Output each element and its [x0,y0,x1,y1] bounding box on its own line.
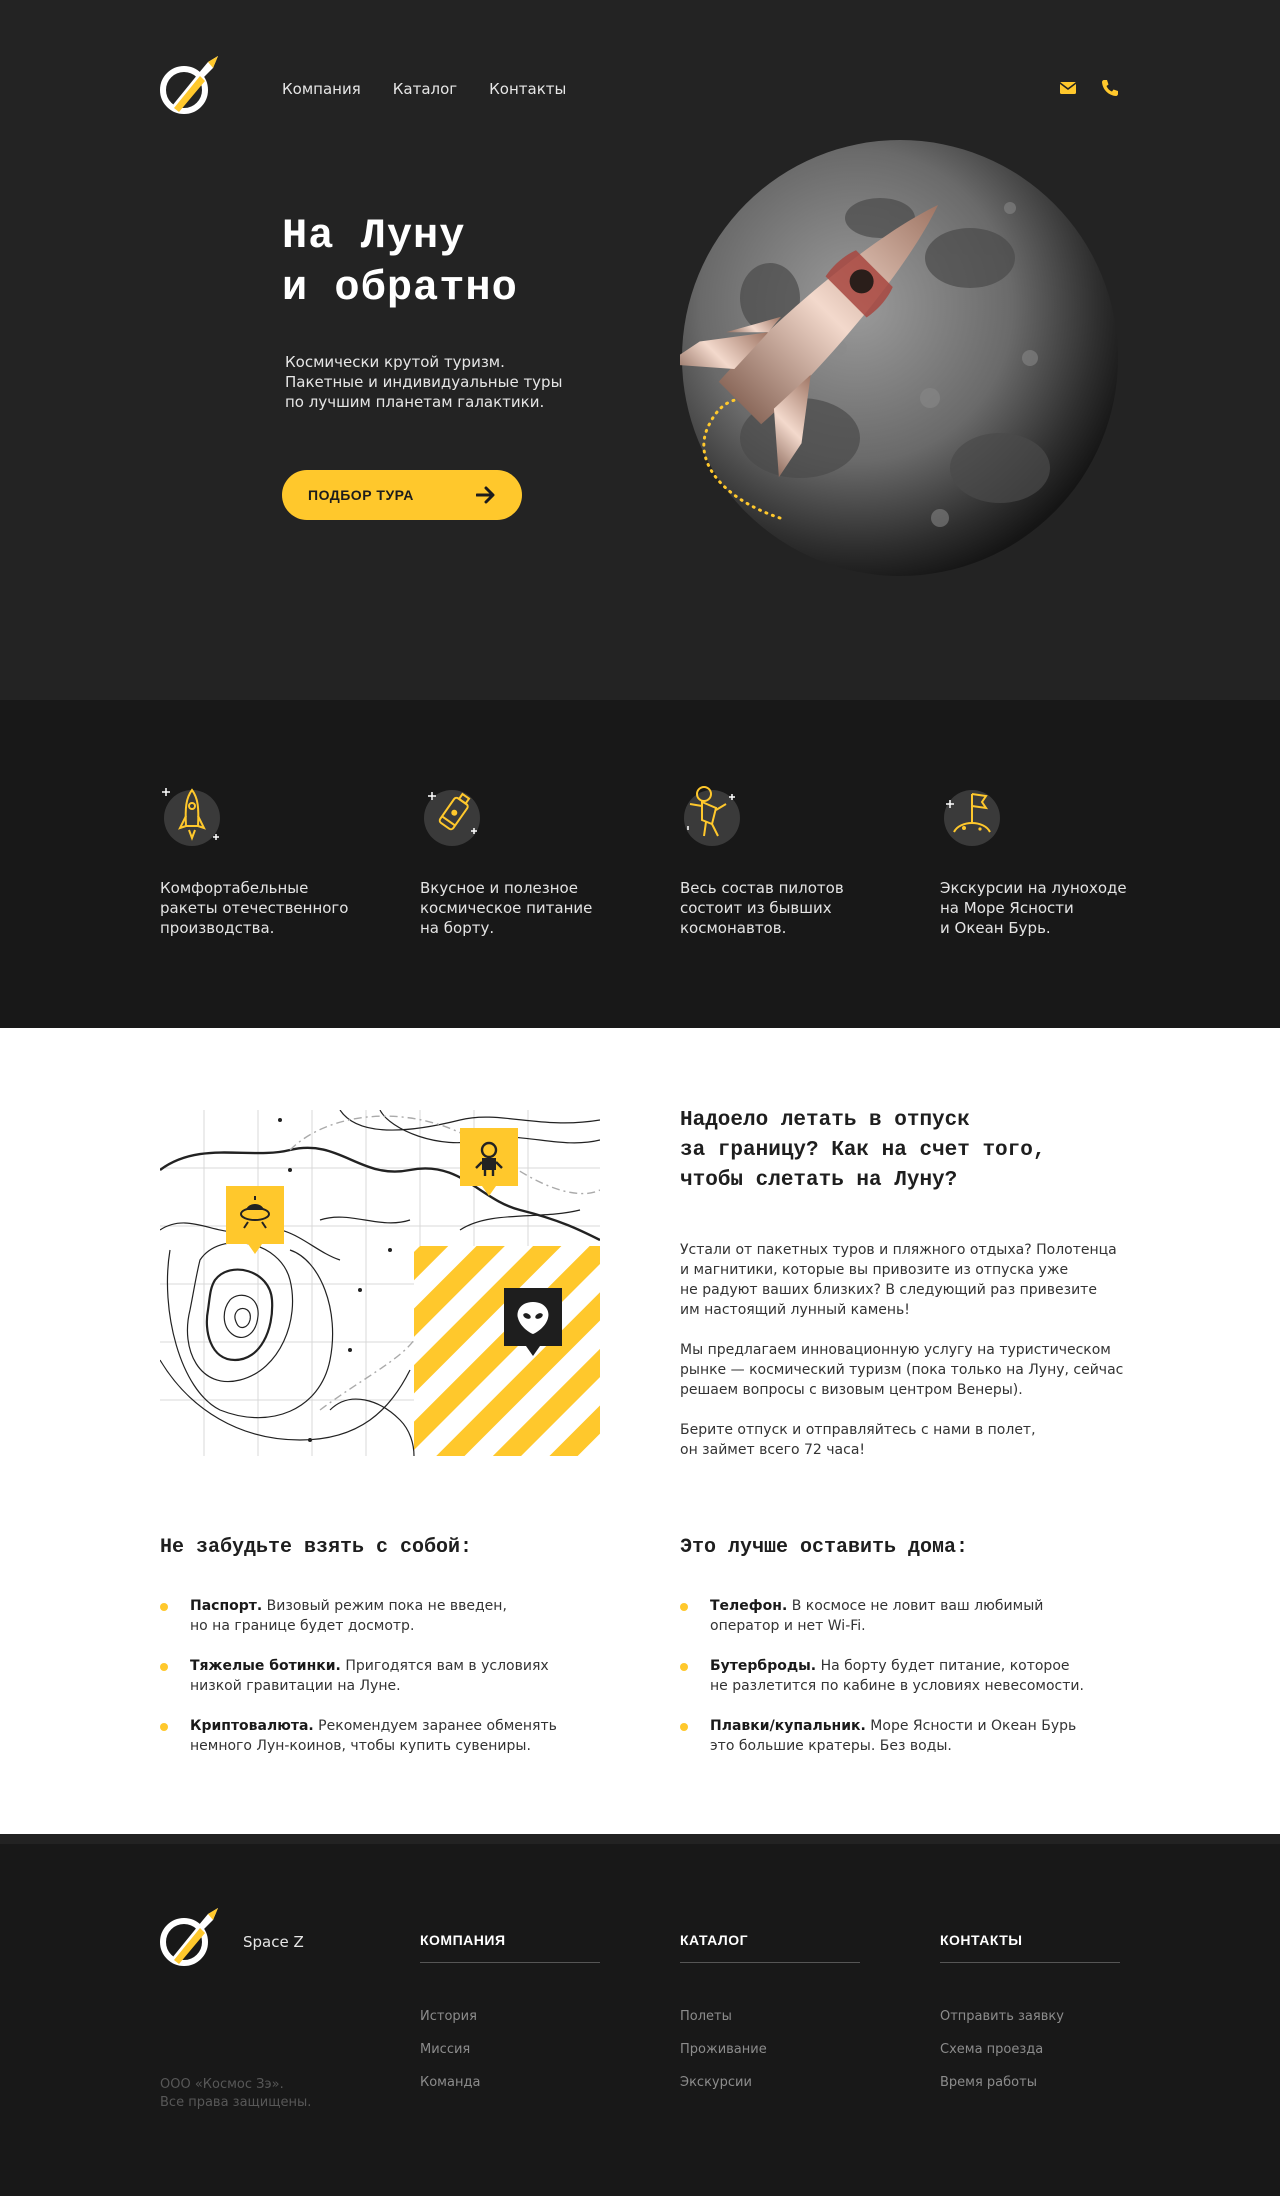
astronaut-icon [684,786,740,846]
info-body: Устали от пакетных туров и пляжного отды… [680,1240,1124,1480]
list-item: Телефон. В космосе не ловит ваш любимый о… [680,1596,1110,1636]
info-paragraph: Мы предлагаем инновационную услугу на ту… [680,1342,1124,1398]
leave-list-title: Это лучше оставить дома: [680,1536,969,1559]
footer-column-company: КОМПАНИЯ История Миссия Команда [420,1932,600,2108]
list-item: Плавки/купальник. Море Ясности и Океан Б… [680,1716,1110,1756]
mail-icon[interactable] [1058,78,1078,98]
footer-link[interactable]: История [420,2009,600,2024]
list-item: Криптовалюта. Рекомендуем заранее обменя… [160,1716,590,1756]
nav-item-company[interactable]: Компания [282,80,361,98]
food-tube-icon [424,790,480,846]
hero-subtitle-line: Пакетные и индивидуальные туры [285,373,563,391]
footer-column-title: КОМПАНИЯ [420,1932,600,1963]
marker-alien-icon [504,1288,562,1356]
contact-icons [1058,78,1120,98]
space-z-logo[interactable] [158,1906,220,1968]
list-item: Паспорт. Визовый режим пока не введен, но… [160,1596,590,1636]
info-title: Надоело летать в отпуск за границу? Как н… [680,1109,1046,1192]
take-list: Паспорт. Визовый режим пока не введен, но… [160,1596,590,1776]
arrow-right-icon [476,486,495,504]
footer-divider [0,1834,1280,1844]
hero-section: Компания Каталог Контакты На Луну и обра… [0,0,1280,700]
feature-text: Комфортабельные ракеты отечественного прои… [160,879,349,937]
feature-rockets: Комфортабельные ракеты отечественного прои… [160,782,360,938]
hero-subtitle-line: по лучшим планетам галактики. [285,393,545,411]
footer-column-title: КАТАЛОГ [680,1932,860,1963]
hero-subtitle-line: Космически крутой туризм. [285,353,505,371]
footer-link[interactable]: Время работы [940,2075,1120,2090]
footer: Space Z ООО «Космос Зэ». Все права защище… [0,1844,1280,2196]
hero-subtitle: Космически крутой туризм. Пакетные и инд… [285,352,585,412]
marker-spaceship-icon [226,1186,284,1254]
rocket-icon [162,788,220,846]
footer-link[interactable]: Проживание [680,2042,860,2057]
footer-column-title: КОНТАКТЫ [940,1932,1120,1963]
footer-link[interactable]: Миссия [420,2042,600,2057]
footer-link[interactable]: Команда [420,2075,600,2090]
legal-text: ООО «Космос Зэ». Все права защищены. [160,2077,312,2110]
marker-astronaut-icon [460,1128,518,1196]
feature-excursions: Экскурсии на луноходе на Море Ясности и Ок… [940,782,1140,938]
moon-flag-icon [944,790,1000,846]
main-nav: Компания Каталог Контакты [282,80,566,98]
footer-column-catalog: КАТАЛОГ Полеты Проживание Экскурсии [680,1932,860,2108]
footer-link[interactable]: Схема проезда [940,2042,1120,2057]
feature-food: Вкусное и полезное космическое питание на … [420,782,620,938]
features-section: Комфортабельные ракеты отечественного прои… [0,700,1280,1028]
phone-icon[interactable] [1100,78,1120,98]
take-list-title: Не забудьте взять с собой: [160,1536,473,1559]
footer-link[interactable]: Экскурсии [680,2075,860,2090]
hero-title-line: и обратно [282,264,518,312]
feature-text: Экскурсии на луноходе на Море Ясности и Ок… [940,879,1127,937]
footer-link[interactable]: Полеты [680,2009,860,2024]
moon-map-illustration [160,1110,600,1456]
info-paragraph: Берите отпуск и отправляйтесь с нами в п… [680,1422,1036,1458]
hero-title: На Луну и обратно [282,210,518,314]
feature-text: Вкусное и полезное космическое питание на … [420,879,593,937]
brand-name: Space Z [243,1933,304,1951]
space-z-logo[interactable] [158,54,220,116]
footer-link[interactable]: Отправить заявку [940,2009,1120,2024]
footer-column-contacts: КОНТАКТЫ Отправить заявку Схема проезда … [940,1932,1120,2108]
leave-list: Телефон. В космосе не ловит ваш любимый о… [680,1596,1110,1776]
moon-rocket-illustration [680,140,1118,576]
hero-title-line: На Луну [282,212,466,260]
list-item: Тяжелые ботинки. Пригодятся вам в услови… [160,1656,590,1696]
tour-selection-label: ПОДБОР ТУРА [308,487,414,503]
tour-selection-button[interactable]: ПОДБОР ТУРА [282,470,522,520]
nav-item-catalog[interactable]: Каталог [393,80,457,98]
feature-text: Весь состав пилотов состоит из бывших косм… [680,879,844,937]
list-item: Бутерброды. На борту будет питание, кото… [680,1656,1110,1696]
feature-pilots: Весь состав пилотов состоит из бывших косм… [680,782,880,938]
info-paragraph: Устали от пакетных туров и пляжного отды… [680,1242,1117,1318]
nav-item-contacts[interactable]: Контакты [489,80,566,98]
